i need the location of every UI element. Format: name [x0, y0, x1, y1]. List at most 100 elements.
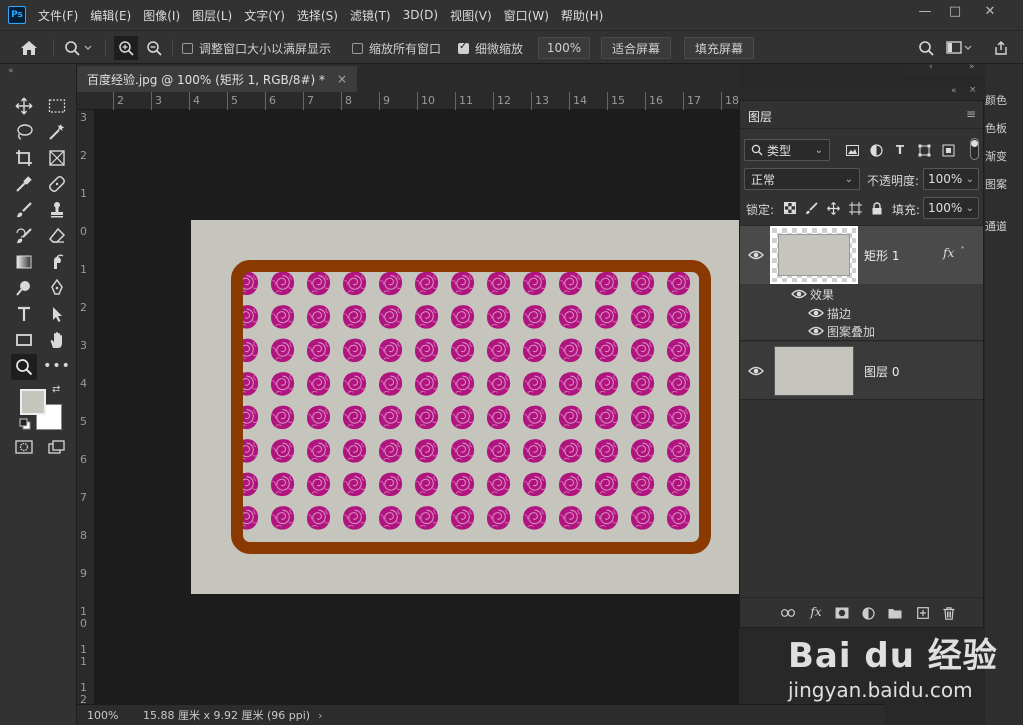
lock-all-icon[interactable] [869, 200, 885, 216]
zoom-tool-icon[interactable] [11, 354, 37, 380]
resize-windows-checkbox[interactable]: 调整窗口大小以满屏显示 [182, 31, 331, 65]
dodge-tool-icon[interactable] [13, 277, 35, 299]
foreground-color-swatch[interactable] [20, 389, 46, 415]
fx-icon[interactable]: fx [943, 246, 954, 260]
menu-3d[interactable]: 3D(D) [403, 8, 438, 22]
menu-help[interactable]: 帮助(H) [561, 7, 603, 24]
lock-transparent-icon[interactable] [782, 200, 798, 216]
hand-tool-icon[interactable] [46, 329, 68, 351]
menu-window[interactable]: 窗口(W) [504, 7, 549, 24]
more-tools-icon[interactable]: ••• [43, 355, 70, 377]
move-tool-icon[interactable] [13, 95, 35, 117]
search-icon[interactable] [918, 31, 934, 65]
filter-smart-object-icon[interactable] [940, 142, 956, 158]
screen-mode-icon[interactable] [46, 436, 68, 458]
vertical-ruler[interactable]: 32101234567891 01 11 2 [77, 110, 95, 706]
visibility-eye-icon[interactable] [791, 288, 807, 300]
close-panel-icon[interactable]: × [969, 85, 977, 95]
chevron-right-icon[interactable]: › [318, 709, 322, 722]
type-tool-icon[interactable] [13, 303, 35, 325]
lock-artboard-icon[interactable] [847, 200, 863, 216]
layer-thumbnail-background[interactable] [774, 346, 854, 396]
visibility-eye-icon[interactable] [808, 307, 824, 319]
layer-filter-select[interactable]: 类型 ⌄ [744, 139, 830, 161]
layer-name-shape[interactable]: 矩形 1 [864, 247, 899, 264]
healing-brush-tool-icon[interactable] [46, 173, 68, 195]
filter-shape-icon[interactable] [916, 142, 932, 158]
layer-row-background[interactable]: 图层 0 [740, 342, 983, 400]
chevron-up-icon[interactable]: ˄ [960, 246, 965, 257]
dock-swatches[interactable]: 色板 [985, 120, 1023, 138]
horizontal-ruler[interactable]: 2 3 4 5 6 7 8 9 10 11 12 13 14 15 16 17 18 [77, 92, 739, 110]
smudge-tool-icon[interactable] [46, 251, 68, 273]
menu-filter[interactable]: 滤镜(T) [350, 7, 391, 24]
zoom-tool-preset-icon[interactable] [64, 31, 92, 65]
filter-adjustment-icon[interactable] [868, 142, 884, 158]
layer-row-shape[interactable]: 矩形 1 fx ˄ [740, 226, 983, 284]
close-window-button[interactable]: ✕ [975, 2, 1005, 22]
zoom-value-field[interactable]: 100% [538, 37, 590, 59]
dock-gradients[interactable]: 渐变 [985, 148, 1023, 166]
gradient-tool-icon[interactable] [13, 251, 35, 273]
brush-tool-icon[interactable] [13, 199, 35, 221]
frame-tool-icon[interactable] [46, 147, 68, 169]
blend-mode-select[interactable]: 正常 ⌄ [744, 168, 860, 190]
checkbox-icon[interactable] [182, 42, 193, 54]
layers-panel-title[interactable]: 图层 [748, 108, 772, 125]
collapse-arrows-icon[interactable]: « [8, 66, 14, 76]
effects-row[interactable]: 效果 [740, 284, 983, 304]
collapse-arrows-icon[interactable]: ‹ [929, 62, 933, 72]
menu-layer[interactable]: 图层(L) [192, 7, 232, 24]
photoshop-logo[interactable]: Ps [8, 6, 26, 24]
filter-pixel-icon[interactable] [844, 142, 860, 158]
menu-type[interactable]: 文字(Y) [244, 7, 285, 24]
crop-tool-icon[interactable] [13, 147, 35, 169]
expand-arrows-icon[interactable]: » [969, 62, 975, 72]
document-canvas[interactable]: .rose-fill{fill:#b0157f;} [191, 220, 739, 594]
workspace-icon[interactable] [946, 31, 972, 65]
layer-thumbnail-shape[interactable] [770, 226, 858, 284]
eyedropper-tool-icon[interactable] [13, 173, 35, 195]
swap-colors-icon[interactable]: ⇄ [52, 384, 60, 395]
zoom-all-checkbox[interactable]: 缩放所有窗口 [352, 31, 441, 65]
quick-mask-icon[interactable] [13, 436, 35, 458]
menu-view[interactable]: 视图(V) [450, 7, 492, 24]
canvas-area[interactable]: .rose-fill{fill:#b0157f;} [95, 110, 739, 704]
opacity-field[interactable]: 100% ⌄ [923, 168, 979, 190]
fill-field[interactable]: 100% ⌄ [923, 197, 979, 219]
scrubby-zoom-checkbox[interactable]: 细微缩放 [458, 31, 523, 65]
marquee-tool-icon[interactable] [46, 95, 68, 117]
history-brush-tool-icon[interactable] [13, 225, 35, 247]
share-icon[interactable] [993, 31, 1009, 65]
lasso-tool-icon[interactable] [13, 121, 35, 143]
effect-row-pattern-overlay[interactable]: 图案叠加 [740, 322, 983, 341]
panel-menu-icon[interactable]: ≡ [966, 107, 976, 121]
lock-position-icon[interactable] [825, 200, 841, 216]
default-colors-icon[interactable] [19, 418, 31, 433]
menu-image[interactable]: 图像(I) [143, 7, 180, 24]
document-tab[interactable]: 百度经验.jpg @ 100% (矩形 1, RGB/8#) * × [77, 66, 358, 92]
filter-type-icon[interactable]: T [892, 142, 908, 158]
rectangle-tool-icon[interactable] [13, 329, 35, 351]
filter-toggle-switch[interactable] [970, 138, 979, 160]
home-icon[interactable] [20, 31, 38, 65]
pen-tool-icon[interactable] [46, 277, 68, 299]
zoom-in-icon[interactable] [114, 36, 138, 60]
dock-color[interactable]: 颜色 [985, 92, 1023, 110]
close-tab-icon[interactable]: × [337, 72, 347, 86]
minimize-button[interactable]: — [910, 2, 940, 22]
clone-stamp-tool-icon[interactable] [46, 199, 68, 221]
layer-name-background[interactable]: 图层 0 [864, 363, 899, 380]
visibility-eye-icon[interactable] [748, 249, 764, 261]
path-selection-tool-icon[interactable] [46, 303, 68, 325]
status-zoom[interactable]: 100% [87, 709, 139, 722]
fit-screen-button[interactable]: 适合屏幕 [601, 37, 672, 59]
restore-button[interactable]: □ [940, 2, 970, 22]
checkbox-icon[interactable] [352, 42, 363, 54]
checkbox-checked-icon[interactable] [458, 41, 469, 54]
eraser-tool-icon[interactable] [46, 225, 68, 247]
visibility-eye-icon[interactable] [808, 325, 824, 337]
dock-patterns[interactable]: 图案 [985, 176, 1023, 194]
visibility-eye-icon[interactable] [748, 365, 764, 377]
dock-channels[interactable]: 通道 [985, 218, 1023, 236]
